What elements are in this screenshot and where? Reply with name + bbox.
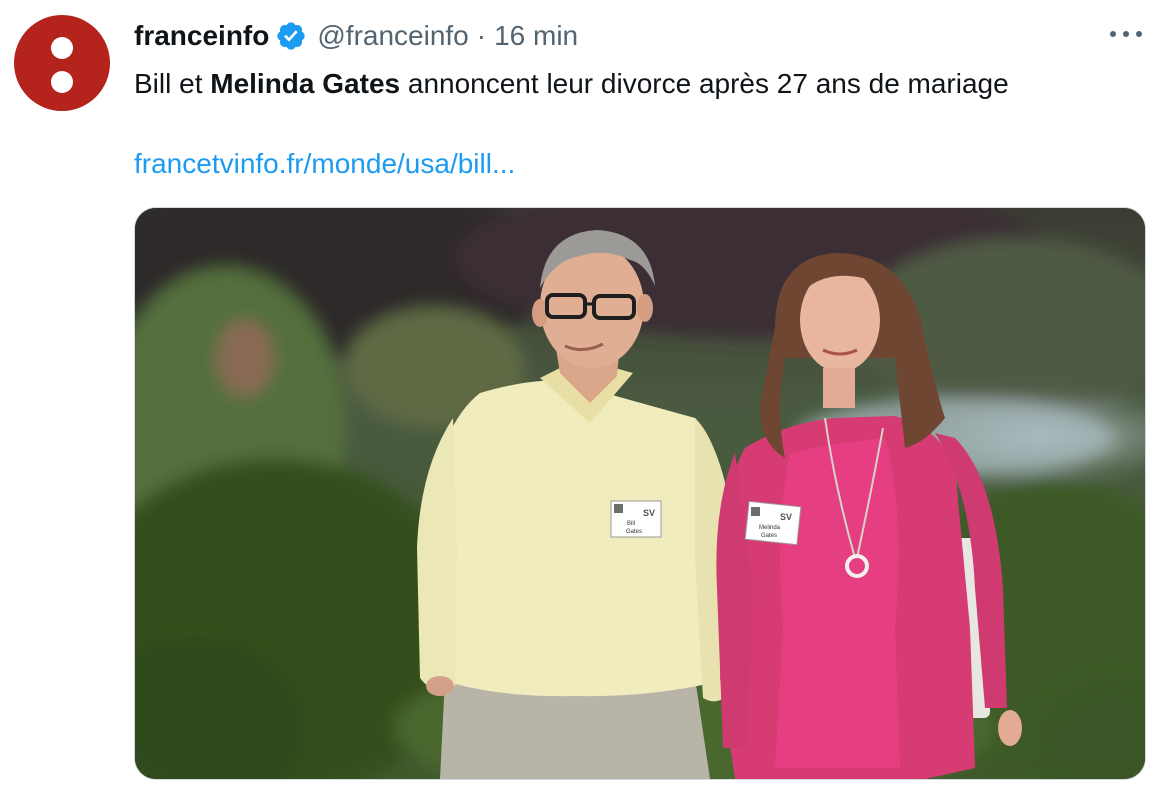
avatar-logo-dot [51,37,73,59]
badge-text: Bill [627,521,635,527]
tweet-header: franceinfo @franceinfo · 16 min [134,16,578,56]
tweet[interactable]: franceinfo @franceinfo · 16 min Bill et … [0,0,1160,796]
more-dot [1136,31,1142,37]
timestamp[interactable]: 16 min [494,20,578,52]
more-horizontal-icon[interactable] [1110,24,1142,44]
tweet-text-part: annoncent leur divorce après 27 ans de m… [400,68,1009,99]
photo-illustration: SV Bill Gates SV Melinda Gates [135,208,1145,779]
badge-logo: SV [643,508,655,518]
more-dot [1123,31,1129,37]
verified-badge-icon [277,22,306,50]
badge-logo: SV [780,512,792,522]
article-link[interactable]: francetvinfo.fr/monde/usa/bill... [134,144,515,184]
tweet-text-bold: Melinda Gates [210,68,401,99]
handle[interactable]: @franceinfo [317,20,468,52]
name-badge-bill: SV Bill Gates [610,500,662,538]
badge-text: Melinda [759,525,781,531]
separator: · [476,20,487,51]
avatar[interactable] [14,15,110,111]
badge-text: Gates [761,533,777,539]
display-name[interactable]: franceinfo [134,20,269,52]
tweet-text-part: Bill et [134,68,211,99]
tweet-text: Bill et Melinda Gates annoncent leur div… [134,64,1009,104]
tweet-photo[interactable]: SV Bill Gates SV Melinda Gates [134,207,1146,780]
avatar-logo-dot [51,71,73,93]
name-badge-melinda: SV Melinda Gates [744,500,802,546]
more-dot [1110,31,1116,37]
badge-text: Gates [626,529,642,535]
